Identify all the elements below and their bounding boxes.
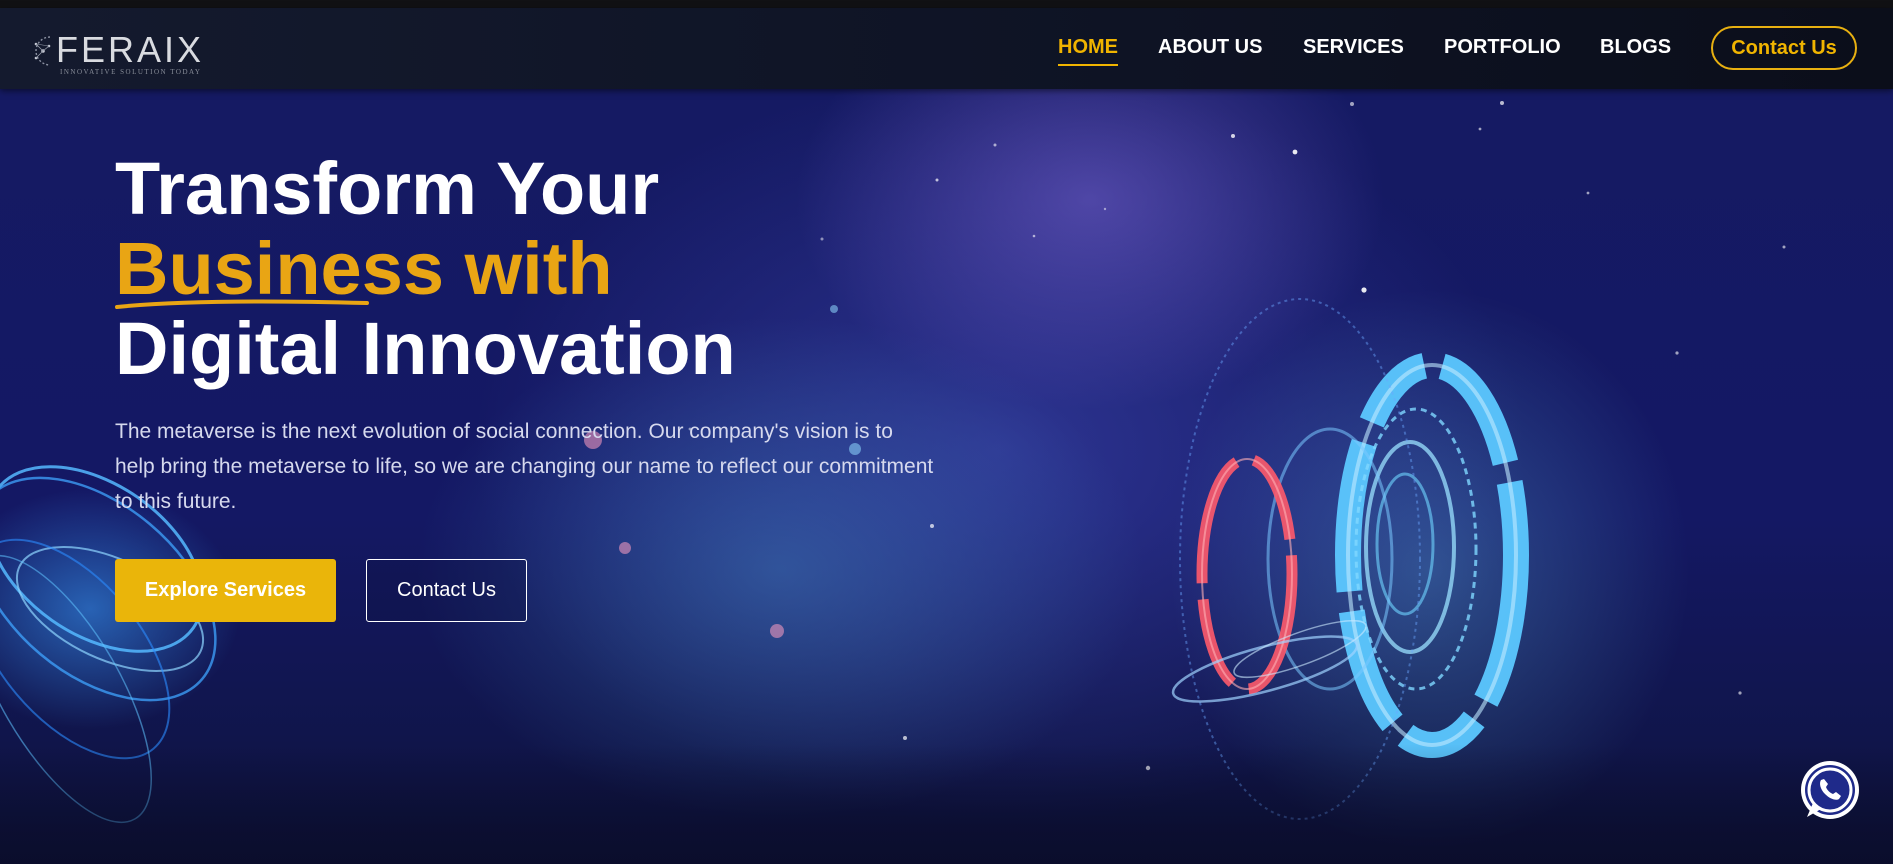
brand-tagline: INNOVATIVE SOLUTION TODAY: [60, 68, 202, 76]
feraix-logo-icon: [34, 36, 51, 66]
nav-item-services[interactable]: SERVICES: [1303, 36, 1404, 59]
whatsapp-icon[interactable]: [1797, 759, 1863, 825]
explore-services-button[interactable]: Explore Services: [115, 559, 336, 622]
brand-name: FERAIX: [56, 29, 205, 70]
headline-line-2: Business with: [115, 227, 613, 310]
nav-item-portfolio[interactable]: PORTFOLIO: [1444, 36, 1561, 59]
nav-item-home[interactable]: HOME: [1058, 36, 1118, 59]
nav-item-blogs[interactable]: BLOGS: [1600, 36, 1671, 59]
hero-contact-button[interactable]: Contact Us: [366, 559, 527, 622]
hero-section: Transform Your Business with Digital Inn…: [0, 89, 1893, 864]
browser-top-strip: [0, 0, 1893, 8]
hero-bottom-fade: [0, 744, 1893, 864]
hero-intro-text: The metaverse is the next evolution of s…: [115, 420, 934, 513]
nav-item-about-us[interactable]: ABOUT US: [1158, 36, 1262, 59]
nav-active-underline: [1058, 64, 1118, 66]
navbar: FERAIX INNOVATIVE SOLUTION TODAY HOME AB…: [0, 8, 1893, 89]
headline-line-1: Transform Your: [115, 147, 660, 230]
brand-logo[interactable]: FERAIX INNOVATIVE SOLUTION TODAY: [28, 28, 218, 84]
headline-accent-underline: [115, 299, 369, 309]
hero-headline: Transform Your Business with Digital Inn…: [115, 149, 736, 389]
headline-line-3: Digital Innovation: [115, 307, 736, 390]
nav-contact-button[interactable]: Contact Us: [1711, 26, 1857, 70]
